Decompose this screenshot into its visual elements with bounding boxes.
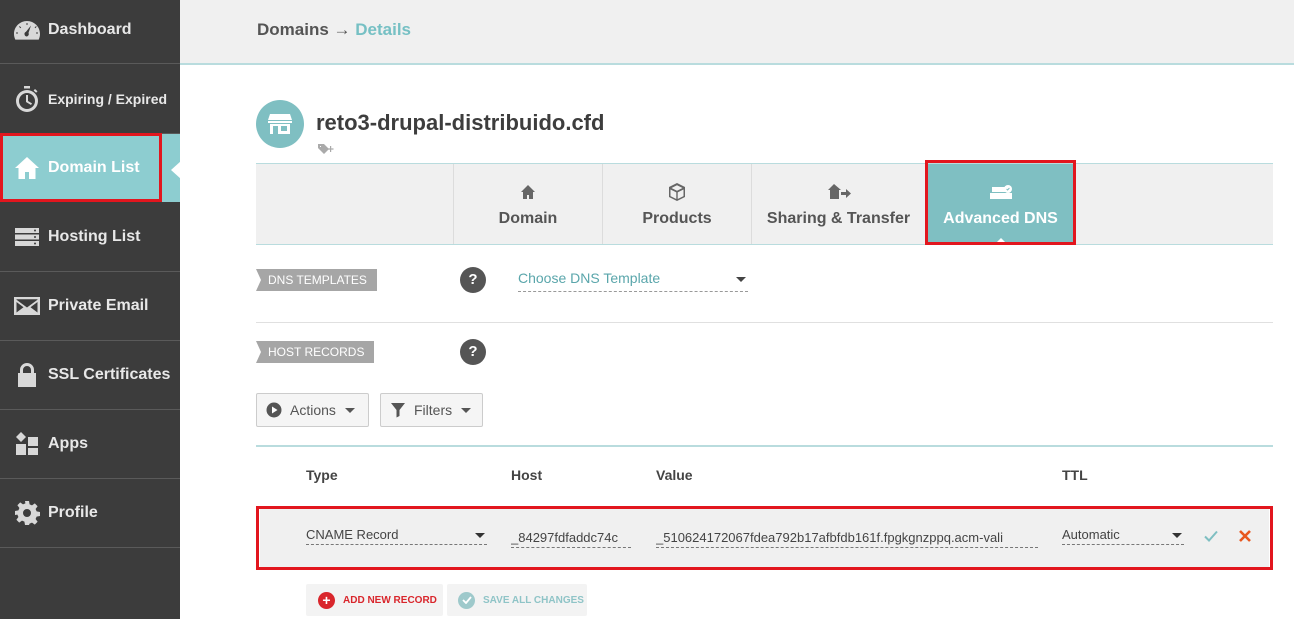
sidebar-item-label: Domain List bbox=[48, 159, 140, 176]
server-icon bbox=[13, 223, 41, 251]
home-icon bbox=[520, 181, 536, 203]
breadcrumb-separator: → bbox=[333, 20, 351, 39]
save-all-changes-label: SAVE ALL CHANGES bbox=[483, 594, 584, 606]
sidebar-item-label: Profile bbox=[48, 504, 98, 521]
apps-grid-icon bbox=[13, 430, 41, 458]
tab-products[interactable]: Products bbox=[602, 164, 751, 244]
chevron-down-icon bbox=[461, 407, 472, 413]
record-host-input[interactable]: _84297fdfaddc74c bbox=[511, 530, 631, 548]
add-new-record-label: ADD NEW RECORD bbox=[343, 594, 437, 606]
sidebar-item-expiring[interactable]: Expiring / Expired bbox=[0, 64, 180, 134]
chevron-down-icon bbox=[1172, 533, 1182, 538]
record-ttl-select[interactable]: Automatic bbox=[1062, 527, 1184, 545]
tab-label: Domain bbox=[498, 209, 558, 227]
filter-icon bbox=[390, 402, 406, 418]
domain-tabs: Domain Products Sharing & Transfer Advan… bbox=[256, 163, 1273, 245]
sidebar-item-ssl-certificates[interactable]: SSL Certificates bbox=[0, 341, 180, 410]
plus-circle-icon: + bbox=[318, 591, 335, 609]
record-ttl-value: Automatic bbox=[1062, 527, 1120, 542]
dns-icon bbox=[988, 181, 1014, 203]
sidebar-item-dashboard[interactable]: Dashboard bbox=[0, 0, 180, 64]
breadcrumb-parent[interactable]: Domains bbox=[257, 20, 329, 39]
storefront-icon bbox=[256, 100, 304, 148]
breadcrumb-current: Details bbox=[355, 20, 412, 39]
tab-label: Advanced DNS bbox=[943, 209, 1058, 227]
record-value-input[interactable]: _510624172067fdea792b17afbfdb161f.fpgkgn… bbox=[656, 530, 1038, 548]
sidebar-item-label: Private Email bbox=[48, 297, 149, 314]
sidebar-item-label: SSL Certificates bbox=[48, 366, 171, 383]
sidebar-item-label: Apps bbox=[48, 435, 88, 452]
home-icon bbox=[13, 154, 41, 182]
sidebar-item-label: Expiring / Expired bbox=[48, 90, 168, 107]
breadcrumb: Domains → Details bbox=[257, 20, 411, 40]
tab-domain[interactable]: Domain bbox=[453, 164, 602, 244]
chevron-down-icon bbox=[475, 533, 485, 538]
record-type-value: CNAME Record bbox=[306, 527, 399, 542]
section-label-host-records: HOST RECORDS bbox=[256, 341, 375, 363]
speedometer-icon bbox=[13, 16, 41, 44]
dns-template-value: Choose DNS Template bbox=[518, 270, 661, 286]
help-icon[interactable]: ? bbox=[460, 339, 486, 365]
sidebar: Dashboard Expiring / Expired Domain List… bbox=[0, 0, 181, 619]
add-new-record-button[interactable]: + ADD NEW RECORD bbox=[306, 584, 443, 616]
sidebar-item-label: Hosting List bbox=[48, 227, 141, 245]
column-header-ttl: TTL bbox=[1062, 467, 1088, 483]
column-header-host: Host bbox=[511, 467, 543, 483]
lock-icon bbox=[13, 361, 41, 389]
tab-divider bbox=[1075, 164, 1076, 244]
actions-button[interactable]: Actions bbox=[256, 393, 369, 427]
filters-button[interactable]: Filters bbox=[380, 393, 483, 427]
sidebar-item-hosting-list[interactable]: Hosting List bbox=[0, 202, 180, 272]
top-bar: Domains → Details bbox=[180, 0, 1294, 65]
filters-label: Filters bbox=[414, 402, 453, 418]
stopwatch-icon bbox=[13, 85, 41, 113]
tag-add-icon[interactable] bbox=[317, 142, 335, 160]
dns-template-select[interactable]: Choose DNS Template bbox=[518, 270, 748, 292]
save-all-changes-button[interactable]: SAVE ALL CHANGES bbox=[447, 584, 587, 616]
tab-label: Products bbox=[642, 209, 712, 227]
sidebar-item-domain-list[interactable]: Domain List bbox=[0, 134, 181, 202]
box-icon bbox=[667, 181, 687, 203]
column-header-value: Value bbox=[656, 467, 693, 483]
gear-icon bbox=[13, 499, 41, 527]
section-label-dns-templates: DNS TEMPLATES bbox=[256, 269, 377, 291]
play-circle-icon bbox=[266, 402, 282, 418]
envelope-icon bbox=[13, 292, 41, 320]
check-circle-icon bbox=[458, 591, 475, 609]
table-header-divider bbox=[256, 445, 1273, 447]
tab-label: Sharing & Transfer bbox=[766, 209, 911, 227]
actions-label: Actions bbox=[290, 402, 336, 418]
sidebar-item-label: Dashboard bbox=[48, 20, 132, 38]
chevron-down-icon bbox=[344, 407, 355, 413]
save-record-check-icon[interactable] bbox=[1204, 529, 1218, 547]
share-icon bbox=[827, 181, 851, 203]
help-icon[interactable]: ? bbox=[460, 267, 486, 293]
tab-advanced-dns[interactable]: Advanced DNS bbox=[925, 164, 1075, 244]
sidebar-item-apps[interactable]: Apps bbox=[0, 410, 180, 479]
chevron-down-icon bbox=[736, 277, 746, 282]
sidebar-item-profile[interactable]: Profile bbox=[0, 479, 180, 548]
divider bbox=[256, 322, 1273, 323]
sidebar-item-private-email[interactable]: Private Email bbox=[0, 272, 180, 341]
tab-sharing-transfer[interactable]: Sharing & Transfer bbox=[751, 164, 925, 244]
domain-title: reto3-drupal-distribuido.cfd bbox=[316, 110, 605, 135]
delete-record-x-icon[interactable] bbox=[1238, 529, 1252, 548]
column-header-type: Type bbox=[306, 467, 338, 483]
record-type-select[interactable]: CNAME Record bbox=[306, 527, 487, 545]
